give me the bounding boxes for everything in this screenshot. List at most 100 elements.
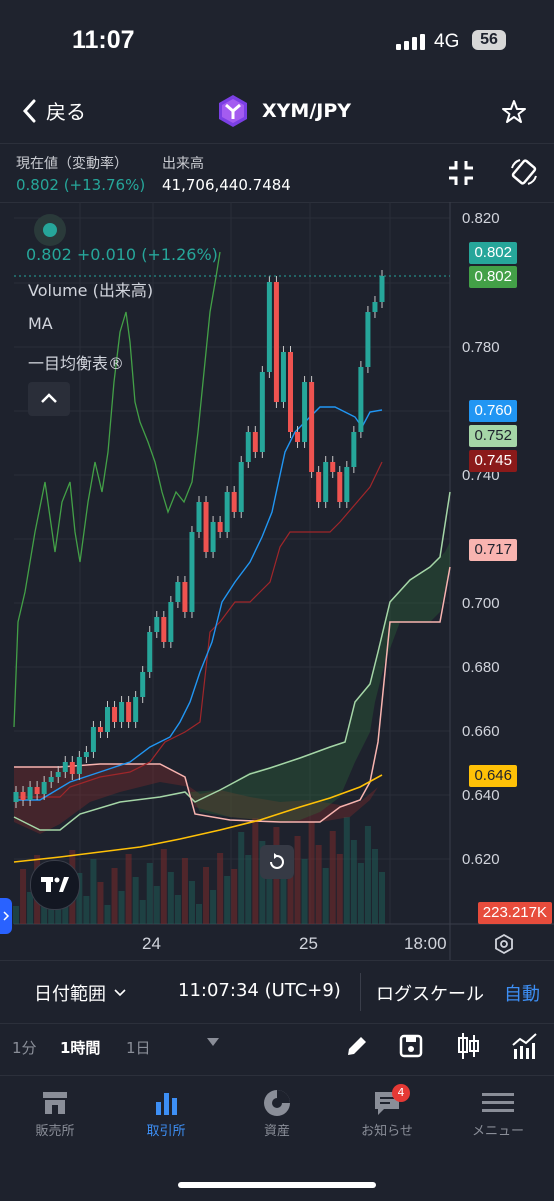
candle-body: [13, 792, 19, 802]
candle-body: [323, 462, 329, 502]
candle-body: [182, 582, 188, 612]
volume-bar: [287, 873, 294, 924]
log-scale-toggle[interactable]: ログスケール: [376, 980, 484, 1006]
timeframe-1d[interactable]: 1日: [126, 1037, 151, 1058]
price-label-ma: 0.646: [469, 765, 517, 787]
volume-bar: [252, 818, 259, 924]
timeframe-1h[interactable]: 1時間: [60, 1037, 100, 1058]
tab-store[interactable]: 販売所: [5, 1086, 105, 1139]
price-chart[interactable]: 0.820 0.780 0.740 0.700 0.680 0.660 0.64…: [0, 202, 554, 960]
chart-toolbar: 日付範囲 11:07:34 (UTC+9) ログスケール 自動: [0, 960, 554, 1024]
volume-bar: [132, 877, 139, 924]
volume-bar: [322, 868, 329, 924]
candle-body: [20, 792, 26, 800]
indicators-icon[interactable]: [510, 1031, 540, 1061]
home-indicator: [178, 1182, 376, 1188]
price-label-close: 0.802: [469, 266, 517, 288]
volume-bar: [364, 826, 371, 924]
tab-label: メニュー: [471, 1124, 524, 1139]
store-icon: [43, 1092, 67, 1114]
pencil-icon[interactable]: [344, 1033, 370, 1059]
bar-chart-icon: [156, 1093, 177, 1115]
volume-bar: [174, 895, 181, 924]
tab-menu[interactable]: メニュー: [448, 1086, 548, 1139]
chart-settings-icon[interactable]: [492, 932, 516, 956]
chevron-up-icon: [41, 393, 57, 403]
back-button[interactable]: 戻る: [22, 96, 86, 125]
candle-body: [302, 382, 308, 442]
price-tick: 0.640: [462, 787, 500, 804]
volume-bar: [224, 876, 231, 924]
volume-bar: [301, 859, 308, 924]
tab-assets[interactable]: 資産: [227, 1086, 327, 1139]
candle-body: [48, 777, 54, 782]
volume-bar: [217, 853, 224, 924]
tab-label: お知らせ: [361, 1124, 413, 1139]
volume-bar: [238, 832, 245, 924]
tab-notices[interactable]: 4 お知らせ: [337, 1084, 437, 1139]
price-label-span-b: 0.717: [469, 539, 517, 561]
candle-body: [330, 462, 336, 472]
candle-body: [379, 276, 385, 302]
price-label-kijun: 0.745: [469, 450, 517, 472]
tab-label: 販売所: [35, 1124, 75, 1139]
candle-body: [112, 707, 118, 722]
back-label: 戻る: [46, 100, 86, 124]
price-label-span-a: 0.752: [469, 425, 517, 447]
candle-body: [168, 602, 174, 642]
status-time: 11:07: [72, 26, 135, 54]
collapse-legend-button[interactable]: [28, 382, 70, 416]
tab-exchange[interactable]: 取引所: [116, 1086, 216, 1139]
network-type: 4G: [434, 31, 460, 52]
date-range-button[interactable]: 日付範囲: [34, 980, 126, 1006]
candle-body: [27, 787, 33, 800]
candle-body: [245, 432, 251, 462]
candle-body: [337, 472, 343, 502]
fullscreen-icon[interactable]: [446, 158, 476, 188]
candle-body: [147, 632, 153, 672]
candle-body: [288, 352, 293, 432]
price-tick: 0.620: [462, 851, 500, 868]
candle-body: [83, 752, 89, 757]
volume-bar: [294, 836, 301, 924]
volume-bar: [111, 868, 118, 924]
time-tick: 18:00: [404, 934, 447, 953]
star-icon[interactable]: [500, 98, 528, 126]
candle-body: [69, 762, 75, 774]
pie-chart-icon: [264, 1090, 290, 1116]
legend-ma[interactable]: MA: [28, 314, 53, 333]
tradingview-logo[interactable]: [30, 860, 80, 910]
tab-label: 取引所: [146, 1124, 186, 1139]
candle-body: [273, 282, 279, 402]
candle-body: [266, 282, 272, 372]
candle-body: [280, 352, 286, 402]
clock: 11:07:34 (UTC+9): [178, 980, 341, 1001]
volume-bar: [379, 872, 385, 924]
legend-ichimoku[interactable]: 一目均衡表®: [28, 350, 124, 374]
reset-chart-button[interactable]: [260, 845, 294, 879]
candle-body: [34, 787, 40, 794]
auto-scale-toggle[interactable]: 自動: [504, 980, 540, 1006]
side-panel-toggle[interactable]: [0, 898, 12, 934]
timeframe-1m[interactable]: 1分: [12, 1037, 37, 1058]
candle-body: [203, 502, 209, 552]
price-tick: 0.680: [462, 659, 500, 676]
tab-label: 資産: [263, 1124, 290, 1139]
candlestick-type-icon[interactable]: [455, 1031, 481, 1061]
volume-bar: [97, 882, 104, 924]
candle-body: [351, 432, 357, 467]
volume-bar: [181, 858, 188, 924]
save-icon[interactable]: [398, 1033, 424, 1059]
rotate-icon[interactable]: [508, 156, 540, 188]
legend-volume[interactable]: Volume (出来高): [28, 277, 153, 301]
candle-body: [97, 727, 103, 732]
volume-bar: [329, 831, 336, 924]
candle-body: [154, 617, 160, 632]
volume-bar: [153, 886, 160, 924]
candle-body: [238, 462, 244, 512]
candle-body: [224, 492, 230, 532]
price-label: 現在値（変動率）: [16, 156, 128, 172]
volume-bar: [125, 854, 132, 924]
volume-bar: [83, 896, 90, 924]
dropdown-triangle-icon[interactable]: [206, 1037, 220, 1047]
